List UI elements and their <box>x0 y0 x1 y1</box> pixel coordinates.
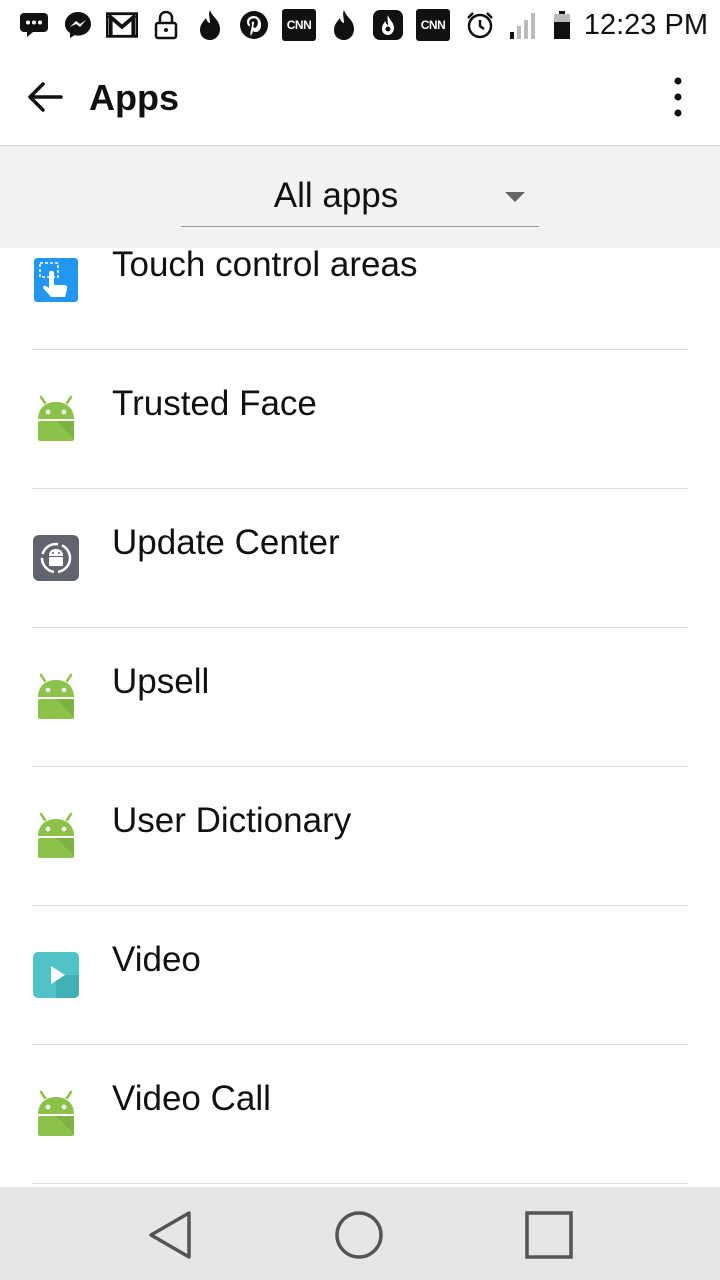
list-item[interactable]: Video Call <box>0 1045 720 1184</box>
app-filter-dropdown[interactable]: All apps <box>181 172 539 227</box>
gmail-icon <box>106 9 138 41</box>
cnn-icon: CNN <box>282 9 316 41</box>
app-name: Trusted Face <box>112 384 317 423</box>
notification-icons: CNN CNN <box>18 6 450 44</box>
app-name: Video Call <box>112 1079 271 1118</box>
list-item[interactable]: Video <box>0 906 720 1045</box>
signal-icon <box>508 9 540 41</box>
sms-icon <box>18 9 50 41</box>
cnn-icon: CNN <box>416 9 450 41</box>
battery-icon <box>552 9 572 41</box>
list-item[interactable]: Upsell <box>0 628 720 767</box>
list-item[interactable]: Trusted Face <box>0 350 720 489</box>
list-item[interactable]: Update Center <box>0 489 720 628</box>
app-name: Video <box>112 940 201 979</box>
more-options-button[interactable] <box>658 72 698 122</box>
filter-selected-value: All apps <box>273 176 399 215</box>
back-button[interactable] <box>20 72 70 122</box>
recents-nav-button[interactable] <box>519 1205 579 1265</box>
page-title: Apps <box>89 77 179 118</box>
android-icon <box>32 395 80 443</box>
messenger-icon <box>62 9 94 41</box>
app-list[interactable]: Touch control areas Trusted Face Update … <box>0 248 720 1187</box>
dropdown-arrow-icon <box>505 192 525 202</box>
android-icon <box>32 812 80 860</box>
app-name: Update Center <box>112 523 340 562</box>
alarm-icon <box>464 9 496 41</box>
list-item[interactable]: User Dictionary <box>0 767 720 906</box>
status-bar: CNN CNN 12:23 PM <box>0 0 720 50</box>
home-nav-button[interactable] <box>329 1205 389 1265</box>
navigation-bar <box>0 1187 720 1280</box>
touch-control-icon <box>32 256 80 304</box>
more-vert-icon <box>674 77 682 117</box>
list-item[interactable]: Touch control areas <box>0 248 720 350</box>
app-bar: Apps <box>0 50 720 146</box>
square-recents-icon <box>525 1211 573 1259</box>
android-icon <box>32 673 80 721</box>
app-name: Touch control areas <box>112 248 418 284</box>
update-center-icon <box>32 534 80 582</box>
app-name: User Dictionary <box>112 801 352 840</box>
circle-home-icon <box>335 1211 383 1259</box>
hotspot-icon <box>372 9 404 41</box>
lock-icon <box>150 9 182 41</box>
system-status: 12:23 PM <box>464 6 708 44</box>
flame-icon <box>328 9 360 41</box>
pinterest-icon <box>238 9 270 41</box>
back-arrow-icon <box>28 82 63 112</box>
clock-time: 12:23 PM <box>583 8 708 41</box>
triangle-back-icon <box>149 1211 191 1259</box>
video-icon <box>32 951 80 999</box>
filter-bar: All apps <box>0 146 720 248</box>
back-nav-button[interactable] <box>140 1205 200 1265</box>
app-name: Upsell <box>112 662 210 701</box>
divider <box>32 1183 688 1184</box>
android-icon <box>32 1090 80 1138</box>
flame-icon <box>194 9 226 41</box>
